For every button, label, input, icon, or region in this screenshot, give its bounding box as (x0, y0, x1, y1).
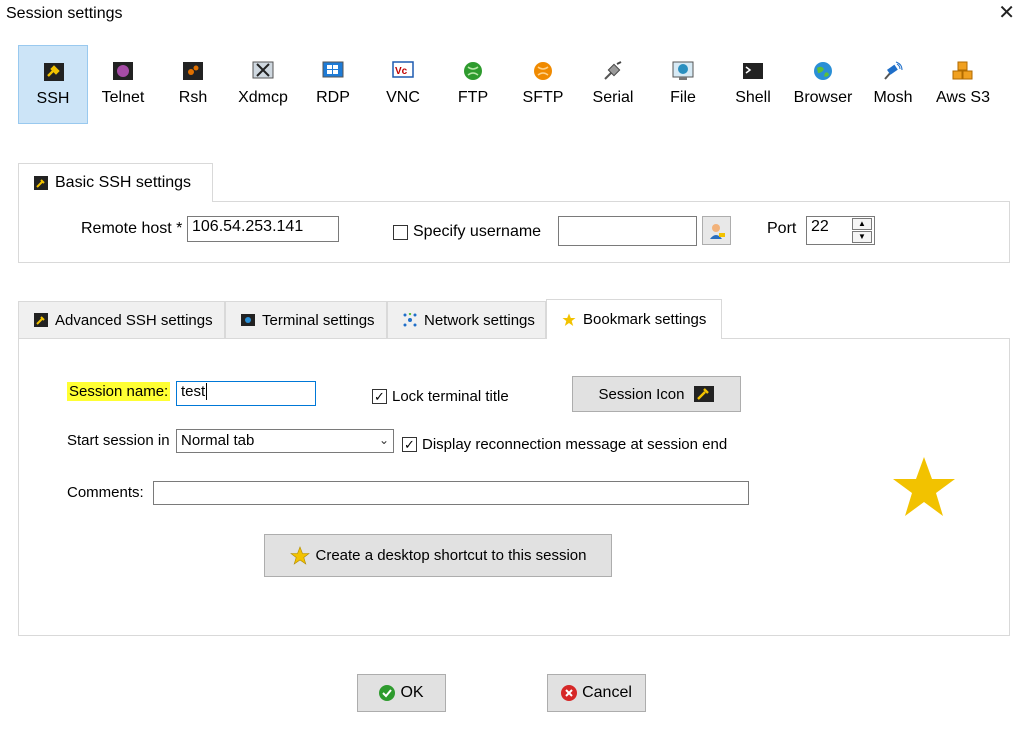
protocol-rdp[interactable]: RDP (298, 45, 368, 124)
tab-basic-ssh-settings[interactable]: Basic SSH settings (18, 163, 213, 202)
basic-ssh-panel: Remote host * 106.54.253.141 Specify use… (18, 201, 1010, 263)
protocol-bar: SSH Telnet Rsh Xdmcp RDP Vc VNC FTP SFTP… (18, 45, 998, 125)
display-reconnection-checkbox[interactable]: ✓ (402, 437, 417, 452)
protocol-sftp[interactable]: SFTP (508, 45, 578, 124)
key-icon (34, 313, 48, 327)
port-label: Port (767, 220, 797, 237)
network-icon (403, 313, 417, 327)
check-circle-icon (379, 685, 396, 701)
lock-terminal-title-checkbox[interactable]: ✓ (372, 389, 387, 404)
protocol-telnet[interactable]: Telnet (88, 45, 158, 124)
session-icon-button[interactable]: Session Icon (572, 376, 741, 412)
ftp-icon (464, 62, 482, 80)
username-input[interactable] (558, 216, 697, 246)
create-desktop-shortcut-button[interactable]: Create a desktop shortcut to this sessio… (264, 534, 612, 577)
file-icon (672, 61, 694, 80)
start-session-select[interactable]: Normal tab ⌄ (176, 429, 394, 453)
rdp-icon (322, 61, 344, 78)
protocol-vnc[interactable]: Vc VNC (368, 45, 438, 124)
protocol-rsh[interactable]: Rsh (158, 45, 228, 124)
specify-username-checkbox[interactable] (393, 225, 408, 240)
bookmark-settings-panel: Session name: test ✓ Lock terminal title… (18, 338, 1010, 636)
bookmark-star-icon (893, 457, 955, 516)
browser-icon (814, 62, 832, 80)
tab-advanced-ssh-settings[interactable]: Advanced SSH settings (18, 301, 225, 338)
protocol-aws-s3[interactable]: Aws S3 (928, 45, 998, 124)
chevron-down-icon: ⌄ (378, 433, 389, 447)
protocol-xdmcp[interactable]: Xdmcp (228, 45, 298, 124)
key-icon (694, 386, 715, 402)
mosh-icon (884, 61, 903, 80)
session-name-label: Session name: (67, 382, 171, 401)
svg-text:Vc: Vc (395, 66, 408, 77)
remote-host-label: Remote host * (81, 220, 183, 237)
comments-label: Comments: (67, 484, 144, 501)
tab-bookmark-settings[interactable]: Bookmark settings (546, 299, 722, 339)
serial-icon (604, 61, 622, 80)
shell-icon (743, 63, 763, 79)
window-title: Session settings (6, 5, 123, 22)
session-name-input[interactable]: test (176, 381, 316, 406)
cancel-circle-icon (561, 685, 578, 701)
terminal-icon (241, 314, 255, 326)
specify-username-label: Specify username (413, 223, 542, 240)
rsh-icon (183, 62, 203, 80)
start-session-label: Start session in (67, 432, 170, 449)
star-icon (289, 545, 310, 565)
ok-button[interactable]: OK (357, 674, 446, 712)
comments-input[interactable] (153, 481, 749, 505)
protocol-mosh[interactable]: Mosh (858, 45, 928, 124)
aws-s3-icon (952, 61, 973, 80)
vnc-icon: Vc (392, 61, 414, 78)
close-icon[interactable]: ✕ (998, 3, 1015, 23)
title-bar: Session settings ✕ (0, 0, 1023, 30)
telnet-icon (113, 62, 133, 80)
port-up-button[interactable]: ▲ (852, 218, 872, 230)
protocol-serial[interactable]: Serial (578, 45, 648, 124)
port-down-button[interactable]: ▼ (852, 231, 872, 243)
protocol-shell[interactable]: Shell (718, 45, 788, 124)
key-icon (44, 63, 64, 81)
protocol-ssh[interactable]: SSH (18, 45, 88, 124)
user-picker-button[interactable] (702, 216, 731, 245)
lock-terminal-title-label: Lock terminal title (392, 388, 509, 405)
tab-network-settings[interactable]: Network settings (387, 301, 546, 338)
sftp-icon (534, 62, 552, 80)
key-icon (34, 176, 48, 190)
protocol-ftp[interactable]: FTP (438, 45, 508, 124)
user-icon (709, 223, 725, 239)
protocol-file[interactable]: File (648, 45, 718, 124)
remote-host-input[interactable]: 106.54.253.141 (187, 216, 339, 242)
tab-terminal-settings[interactable]: Terminal settings (225, 301, 387, 338)
display-reconnection-label: Display reconnection message at session … (422, 436, 728, 453)
star-icon (562, 313, 576, 326)
protocol-browser[interactable]: Browser (788, 45, 858, 124)
xdmcp-icon (252, 61, 274, 79)
cancel-button[interactable]: Cancel (547, 674, 646, 712)
